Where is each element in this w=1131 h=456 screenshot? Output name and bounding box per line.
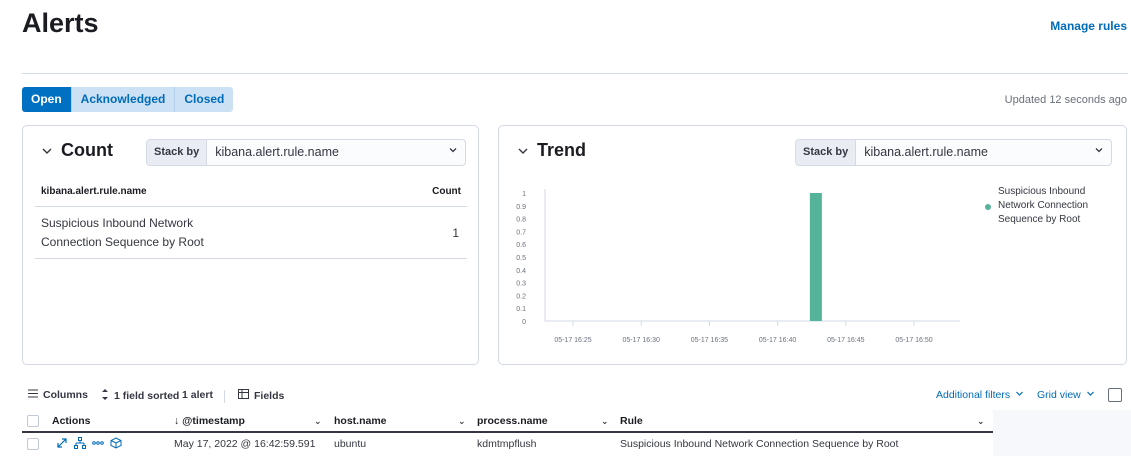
chevron-down-icon[interactable] (441, 140, 465, 165)
additional-filters-button[interactable]: Additional filters (936, 389, 1024, 401)
timestamp-header[interactable]: ↓ @timestamp (174, 410, 245, 433)
count-table-field-header[interactable]: kibana.alert.rule.name (41, 186, 147, 206)
sort-icon (101, 389, 109, 403)
analyze-event-icon[interactable] (74, 437, 86, 452)
legend-series-dot (985, 204, 991, 210)
tab-open[interactable]: Open (22, 87, 71, 112)
count-stack-by-select[interactable]: Stack by kibana.alert.rule.name (146, 139, 466, 166)
stack-by-label: Stack by (147, 140, 208, 165)
more-actions-icon[interactable] (92, 437, 104, 452)
chart-legend[interactable]: Suspicious Inbound Network Connection Se… (985, 185, 1115, 227)
rule-cell: Suspicious Inbound Network Connection Se… (620, 438, 899, 450)
y-tick-label: 0.5 (516, 255, 526, 262)
chevron-down-icon[interactable] (1087, 140, 1111, 165)
row-checkbox[interactable] (27, 438, 39, 450)
select-all-checkbox[interactable] (27, 415, 39, 427)
fullscreen-icon[interactable] (1108, 388, 1122, 402)
row-actions (56, 433, 122, 456)
trend-panel-title: Trend (537, 140, 587, 160)
table-icon (238, 389, 249, 402)
chevron-down-icon[interactable]: ⌄ (601, 410, 609, 433)
chevron-down-icon[interactable]: ⌄ (977, 410, 985, 433)
count-panel: Count Stack by kibana.alert.rule.name ki… (22, 125, 479, 365)
sort-button[interactable]: 1 field sorted (101, 389, 179, 403)
count-value: 1 (452, 225, 459, 240)
columns-button[interactable]: Columns (28, 389, 88, 401)
y-tick-label: 0.8 (516, 217, 526, 224)
actions-header: Actions (52, 415, 91, 427)
chevron-down-icon (1086, 389, 1095, 401)
x-tick-label: 05-17 16:30 (623, 337, 660, 344)
stack-by-value[interactable]: kibana.alert.rule.name (856, 140, 1087, 165)
y-tick-label: 0.3 (516, 281, 526, 288)
x-tick-label: 05-17 16:40 (759, 337, 796, 344)
fields-label: Fields (254, 389, 285, 402)
alerts-grid: Actions ↓ @timestamp ⌄ host.name ⌄ proce… (22, 410, 993, 456)
host-header[interactable]: host.name (334, 410, 387, 433)
process-header[interactable]: process.name (477, 410, 548, 433)
x-tick-label: 05-17 16:25 (554, 337, 591, 344)
status-tabs: Open Acknowledged Closed (22, 87, 234, 112)
sorted-label: 1 field sorted (114, 390, 180, 402)
session-view-icon[interactable] (110, 437, 122, 452)
trend-chart: 0 0.1 0.2 0.3 0.4 0.5 0.6 0.7 0.8 0.9 1 05-17 16:25… (516, 189, 960, 344)
y-tick-label: 0.1 (516, 306, 526, 313)
count-panel-title: Count (61, 140, 113, 160)
x-tick-label: 05-17 16:35 (691, 337, 728, 344)
grid-toolbar: Columns 1 field sorted 1 alert Fields Ad… (28, 388, 1122, 405)
grid-filler (993, 410, 1131, 456)
count-table-count-header[interactable]: Count (432, 186, 461, 206)
host-cell: ubuntu (334, 438, 367, 450)
alert-count-label: 1 alert (182, 389, 213, 401)
chart-bar (809, 193, 822, 321)
arrow-down-icon: ↓ (174, 415, 180, 427)
updated-status: Updated 12 seconds ago (1004, 94, 1127, 106)
additional-filters-label: Additional filters (936, 389, 1011, 401)
timestamp-cell: May 17, 2022 @ 16:42:59.591 (174, 438, 316, 450)
page-title: Alerts (22, 8, 99, 38)
rule-header[interactable]: Rule (620, 410, 643, 433)
legend-series-label[interactable]: Suspicious Inbound Network Connection Se… (985, 185, 1115, 227)
alert-count: 1 alert (182, 389, 213, 401)
grid-header: Actions ↓ @timestamp ⌄ host.name ⌄ proce… (22, 410, 993, 433)
grid-view-button[interactable]: Grid view (1037, 389, 1095, 401)
columns-label: Columns (43, 389, 88, 401)
toolbar-divider (224, 390, 225, 403)
chevron-down-icon[interactable]: ⌄ (314, 410, 322, 433)
y-tick-label: 0.4 (516, 268, 526, 275)
manage-rules-link[interactable]: Manage rules (1050, 19, 1127, 33)
y-tick-label: 0.6 (516, 242, 526, 249)
count-table: kibana.alert.rule.name Count Suspicious … (35, 183, 467, 259)
expand-icon[interactable] (56, 437, 68, 452)
grid-view-label: Grid view (1037, 389, 1081, 401)
header-divider (22, 73, 1128, 74)
chevron-down-icon[interactable] (41, 145, 53, 157)
y-tick-label: 0.9 (516, 204, 526, 211)
stack-by-label: Stack by (796, 140, 857, 165)
chevron-down-icon[interactable]: ⌄ (458, 410, 466, 433)
y-tick-label: 0.2 (516, 293, 526, 300)
trend-panel: Trend Stack by kibana.alert.rule.name 00… (498, 125, 1127, 365)
y-tick-label: 0 (522, 319, 526, 326)
chevron-down-icon[interactable] (517, 145, 529, 157)
timestamp-header-label: @timestamp (182, 415, 245, 427)
tab-acknowledged[interactable]: Acknowledged (70, 87, 175, 112)
stack-by-value[interactable]: kibana.alert.rule.name (207, 140, 441, 165)
x-tick-label: 05-17 16:45 (827, 337, 864, 344)
x-tick-label: 05-17 16:50 (895, 337, 932, 344)
trend-stack-by-select[interactable]: Stack by kibana.alert.rule.name (795, 139, 1112, 166)
chevron-down-icon (1015, 389, 1024, 401)
table-row: May 17, 2022 @ 16:42:59.591 ubuntu kdmtm… (22, 433, 993, 456)
tab-closed[interactable]: Closed (174, 87, 234, 112)
process-cell: kdmtmpflush (477, 438, 537, 450)
fields-button[interactable]: Fields (238, 389, 284, 402)
table-row: Suspicious Inbound Network Connection Se… (35, 207, 467, 259)
y-tick-label: 0.7 (516, 229, 526, 236)
y-tick-label: 1 (522, 191, 526, 198)
list-icon (28, 389, 38, 401)
count-rule-name: Suspicious Inbound Network Connection Se… (41, 215, 204, 249)
